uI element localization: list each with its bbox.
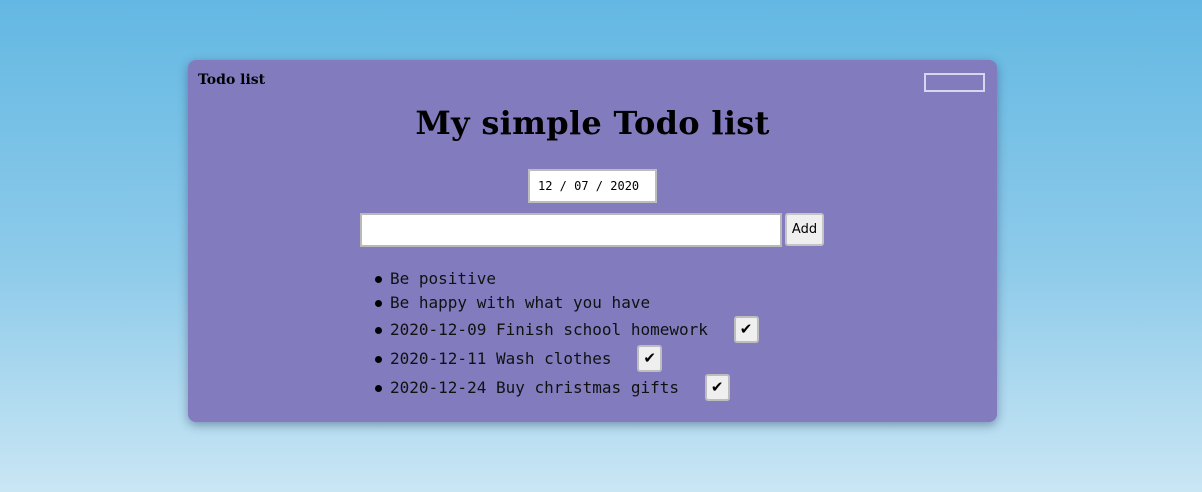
todo-list: Be positive Be happy with what you have … — [375, 267, 759, 402]
todo-item: 2020-12-24 Buy christmas gifts ✔ — [375, 373, 759, 402]
bullet-icon — [375, 276, 382, 283]
bullet-icon — [375, 326, 382, 334]
complete-button[interactable]: ✔ — [733, 316, 759, 343]
checkmark-icon: ✔ — [739, 320, 753, 338]
todo-item: Be positive — [375, 267, 759, 291]
bullet-icon — [375, 355, 382, 363]
todo-item-text: 2020-12-11 Wash clothes — [390, 349, 612, 368]
complete-button[interactable]: ✔ — [704, 374, 730, 401]
add-button[interactable]: Add — [785, 213, 824, 246]
corner-button[interactable] — [924, 73, 985, 92]
checkmark-icon: ✔ — [643, 349, 656, 367]
bullet-icon — [375, 300, 382, 307]
todo-text-input[interactable] — [360, 213, 782, 247]
date-input[interactable]: 12 / 07 / 2020 — [528, 169, 657, 203]
todo-card: Todo list My simple Todo list 12 / 07 / … — [188, 60, 997, 422]
todo-item-text: Be happy with what you have — [390, 293, 651, 312]
app-title: Todo list — [198, 72, 266, 88]
todo-item: 2020-12-09 Finish school homework ✔ — [375, 315, 759, 344]
bullet-icon — [375, 384, 382, 392]
todo-item-text: Be positive — [390, 269, 496, 288]
page-title: My simple Todo list — [415, 104, 770, 142]
todo-item-text: 2020-12-24 Buy christmas gifts — [390, 378, 679, 397]
checkmark-icon: ✔ — [710, 378, 724, 396]
todo-item: Be happy with what you have — [375, 291, 759, 315]
todo-item: 2020-12-11 Wash clothes ✔ — [375, 344, 759, 373]
todo-item-text: 2020-12-09 Finish school homework — [390, 320, 708, 339]
complete-button[interactable]: ✔ — [637, 345, 663, 372]
